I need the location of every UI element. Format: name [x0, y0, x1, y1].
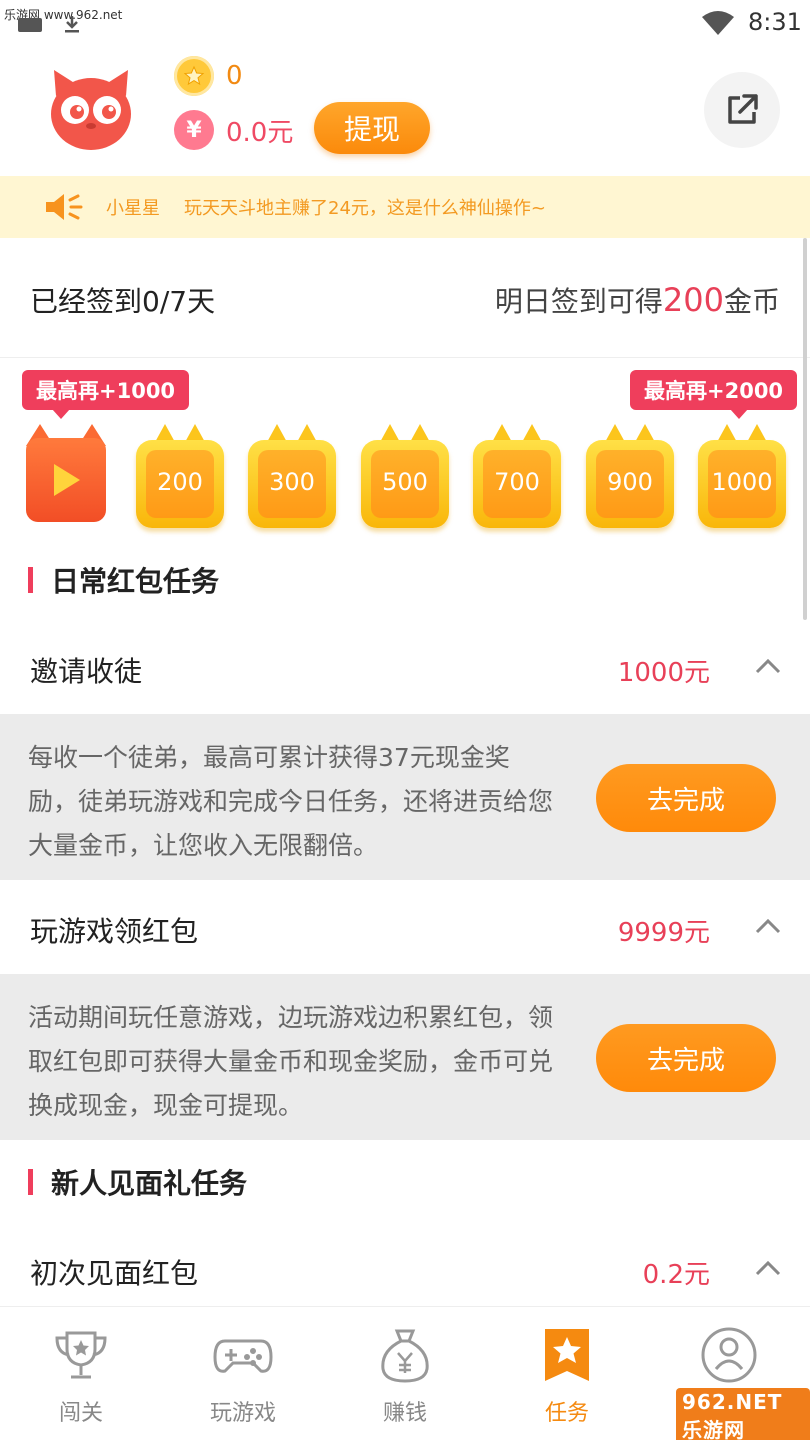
day-1-video-reward[interactable]	[26, 424, 114, 530]
tab-play-games[interactable]: 玩游戏	[162, 1307, 324, 1440]
star-task-icon	[545, 1329, 589, 1381]
day-reward[interactable]: 500	[361, 424, 449, 530]
play-icon	[54, 464, 80, 496]
brand-watermark: 962.NET 乐游网	[676, 1388, 810, 1440]
chevron-up-icon[interactable]	[754, 916, 782, 936]
day-reward-value: 900	[607, 468, 653, 496]
task-invite-detail: 每收一个徒弟，最高可累计获得37元现金奖励，徒弟玩游戏和完成今日任务，还将进贡给…	[0, 714, 810, 880]
day-reward-value: 500	[382, 468, 428, 496]
task-invite-row[interactable]: 邀请收徒 1000元	[0, 624, 810, 714]
day-reward-value: 1000	[711, 468, 773, 496]
task-amount: 9999元	[617, 918, 710, 948]
notice-username: 小星星	[106, 198, 160, 219]
task-description: 每收一个徒弟，最高可累计获得37元现金奖励，徒弟玩游戏和完成今日任务，还将进贡给…	[28, 743, 554, 860]
day-reward[interactable]: 1000	[698, 424, 786, 530]
task-amount: 1000元	[617, 658, 710, 688]
withdraw-button[interactable]: 提现	[314, 102, 430, 154]
tomorrow-suffix: 金币	[723, 285, 780, 318]
complete-task-button[interactable]: 去完成	[596, 1024, 776, 1092]
task-first-meet-row[interactable]: 初次见面红包 0.2元	[0, 1226, 810, 1316]
user-icon	[701, 1327, 757, 1383]
signin-tomorrow: 明日签到可得200金币	[495, 280, 780, 320]
tab-label: 玩游戏	[209, 1401, 276, 1426]
cat-avatar-icon[interactable]	[48, 66, 134, 152]
task-name: 初次见面红包	[30, 1257, 199, 1290]
user-header: 0 ¥ 0.0元 提现	[0, 44, 810, 176]
money-bag-icon	[381, 1329, 429, 1383]
coin-balance: 0	[174, 56, 243, 96]
chevron-up-icon[interactable]	[754, 656, 782, 676]
external-link-icon	[728, 94, 758, 124]
task-play-detail: 活动期间玩任意游戏，边玩游戏边积累红包，领取红包即可获得大量金币和现金奖励，金币…	[0, 974, 810, 1140]
day-reward[interactable]: 200	[136, 424, 224, 530]
gamepad-icon	[213, 1339, 273, 1373]
share-button[interactable]	[704, 72, 780, 148]
status-bar: 乐游网 www.962.net 8:31	[0, 0, 810, 44]
download-icon	[65, 16, 79, 33]
signin-rewards: 最高再+1000 最高再+2000 200 300 500 700 900 10…	[0, 358, 810, 538]
scrollbar[interactable]	[803, 238, 807, 620]
task-name: 玩游戏领红包	[30, 915, 199, 948]
tab-label: 闯关	[58, 1401, 103, 1426]
speaker-icon	[46, 194, 83, 220]
newbie-tasks-title: 新人见面礼任务	[0, 1160, 810, 1204]
tomorrow-amount: 200	[662, 281, 724, 319]
daily-tasks-title: 日常红包任务	[0, 558, 810, 602]
clock-time: 8:31	[748, 8, 802, 36]
bonus-bubble-right: 最高再+2000	[630, 370, 798, 419]
coin-count: 0	[226, 61, 243, 91]
cash-balance: ¥ 0.0元	[174, 110, 293, 150]
wifi-icon	[702, 11, 734, 35]
yuan-icon: ¥	[174, 110, 214, 150]
signin-summary: 已经签到0/7天 明日签到可得200金币	[0, 238, 810, 358]
notice-message: 玩天天斗地主赚了24元，这是什么神仙操作~	[184, 198, 546, 219]
announcement-bar: 小星星 玩天天斗地主赚了24元，这是什么神仙操作~	[0, 176, 810, 238]
section-title-text: 新人见面礼任务	[51, 1167, 248, 1200]
gold-coin-icon	[174, 56, 214, 96]
day-reward[interactable]: 900	[586, 424, 674, 530]
tab-label: 任务	[544, 1401, 589, 1426]
tab-earn[interactable]: 赚钱	[324, 1307, 486, 1440]
complete-task-button[interactable]: 去完成	[596, 764, 776, 832]
notification-icon	[18, 18, 42, 32]
cash-amount: 0.0元	[226, 117, 294, 148]
tab-challenge[interactable]: 闯关	[0, 1307, 162, 1440]
signin-status: 已经签到0/7天	[30, 285, 216, 318]
tomorrow-prefix: 明日签到可得	[494, 285, 663, 318]
task-play-row[interactable]: 玩游戏领红包 9999元	[0, 884, 810, 974]
section-title-text: 日常红包任务	[51, 565, 220, 598]
bonus-bubble-left: 最高再+1000	[22, 370, 190, 419]
task-amount: 0.2元	[642, 1260, 710, 1290]
chevron-up-icon[interactable]	[754, 1258, 782, 1278]
task-description: 活动期间玩任意游戏，边玩游戏边积累红包，领取红包即可获得大量金币和现金奖励，金币…	[28, 1003, 554, 1120]
day-reward-value: 700	[494, 468, 540, 496]
trophy-icon	[55, 1331, 107, 1379]
tab-label: 赚钱	[382, 1401, 427, 1426]
day-reward-value: 200	[157, 468, 203, 496]
day-reward[interactable]: 700	[473, 424, 561, 530]
day-reward[interactable]: 300	[248, 424, 336, 530]
day-reward-value: 300	[269, 468, 315, 496]
tab-tasks[interactable]: 任务	[486, 1307, 648, 1440]
task-name: 邀请收徒	[30, 655, 143, 688]
